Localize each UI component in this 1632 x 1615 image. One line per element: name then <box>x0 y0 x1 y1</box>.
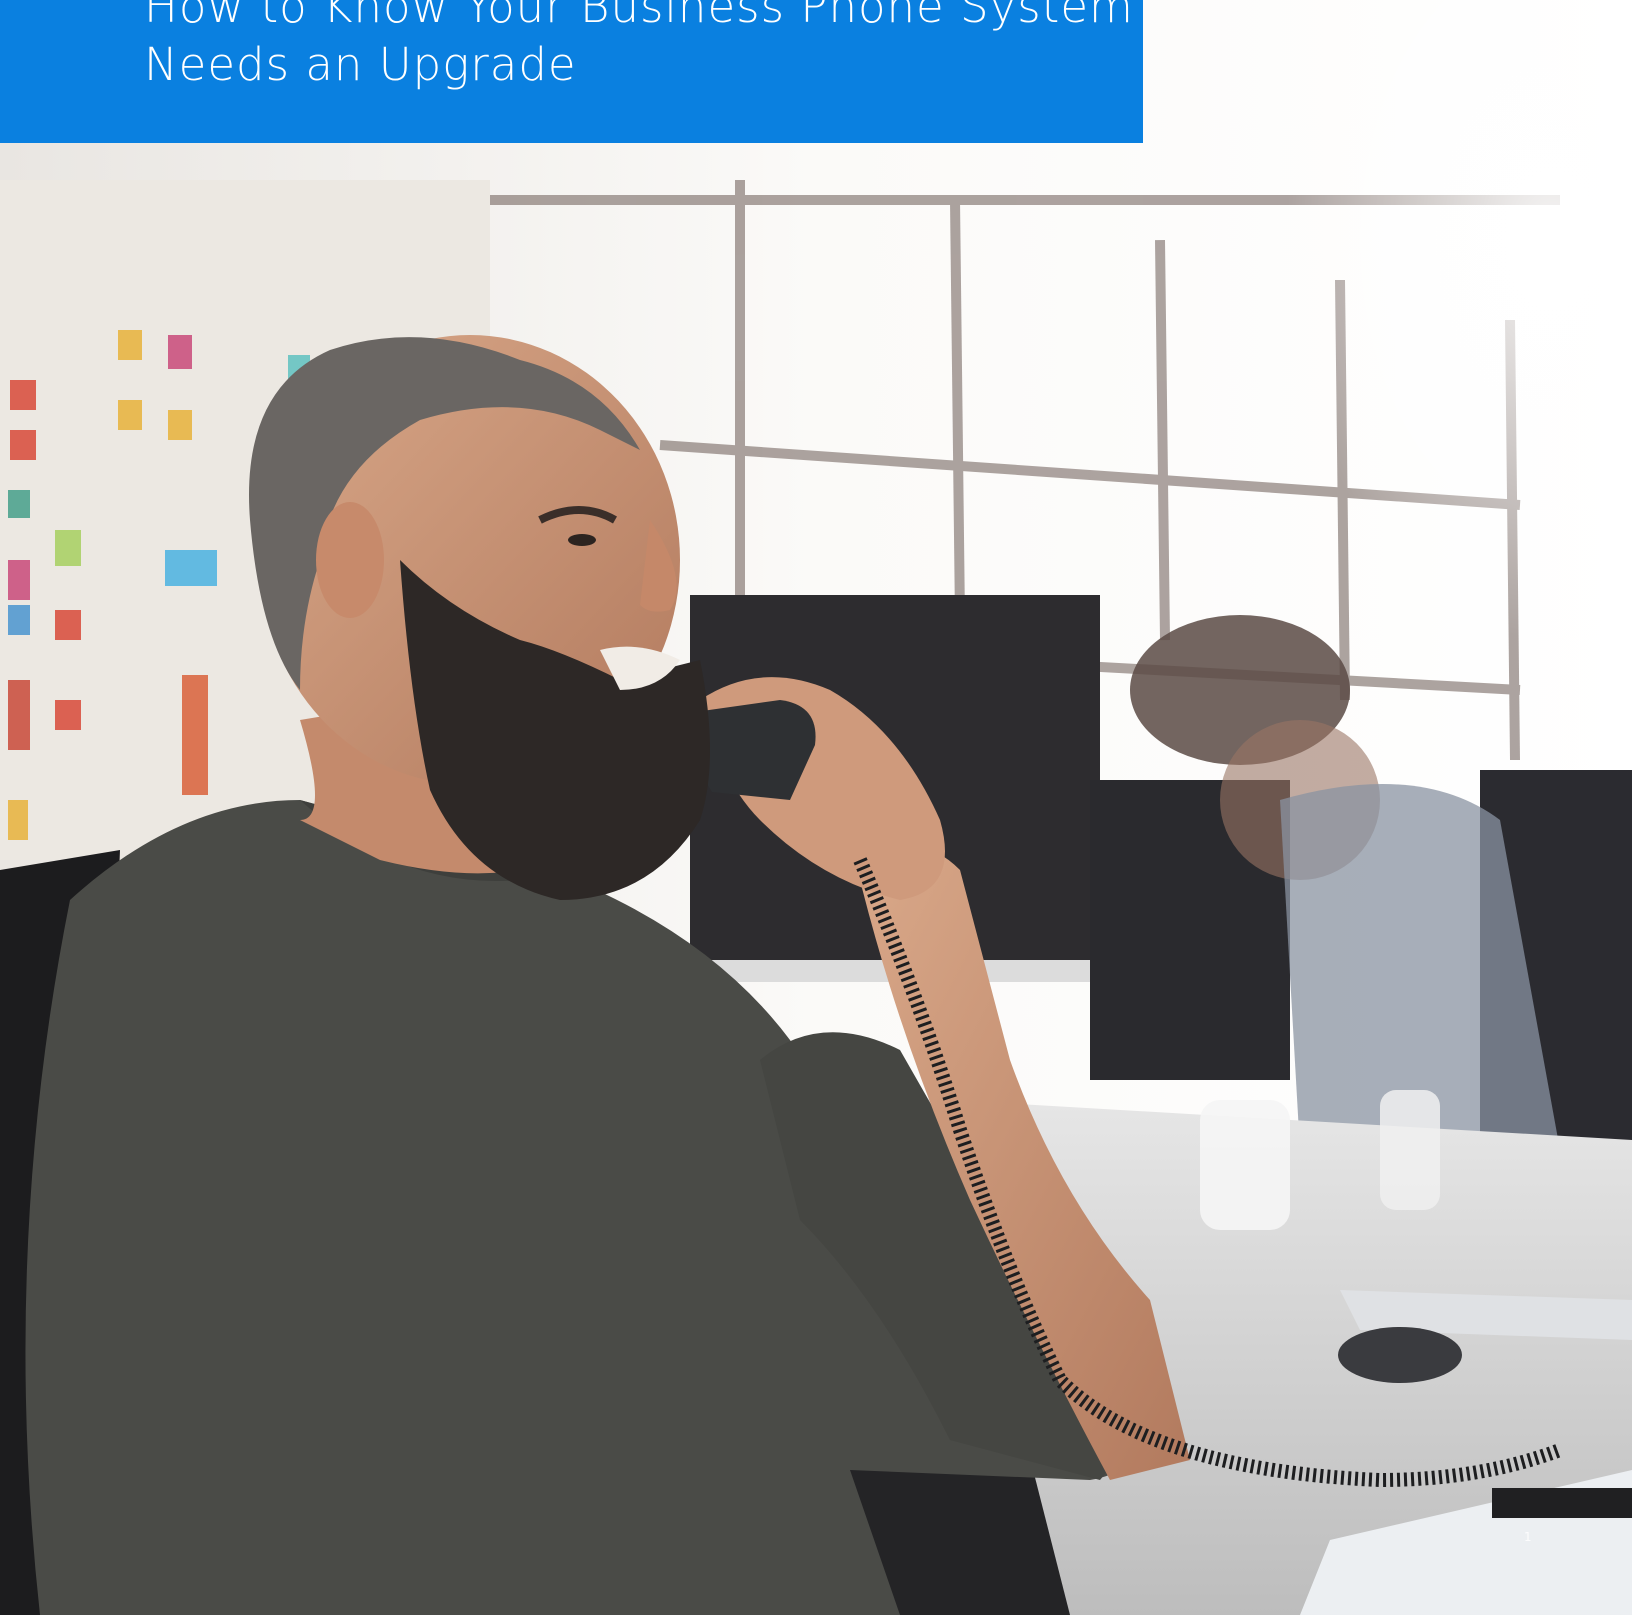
office-photo <box>0 0 1632 1615</box>
page-number: 1 <box>1524 1530 1532 1544</box>
title-line-1: How to Know Your Business Phone System <box>144 0 1134 33</box>
page-title: How to Know Your Business Phone System N… <box>144 0 1134 94</box>
title-line-2: Needs an Upgrade <box>144 38 577 91</box>
brochure-page: How to Know Your Business Phone System N… <box>0 0 1632 1615</box>
title-banner: How to Know Your Business Phone System N… <box>0 0 1143 143</box>
